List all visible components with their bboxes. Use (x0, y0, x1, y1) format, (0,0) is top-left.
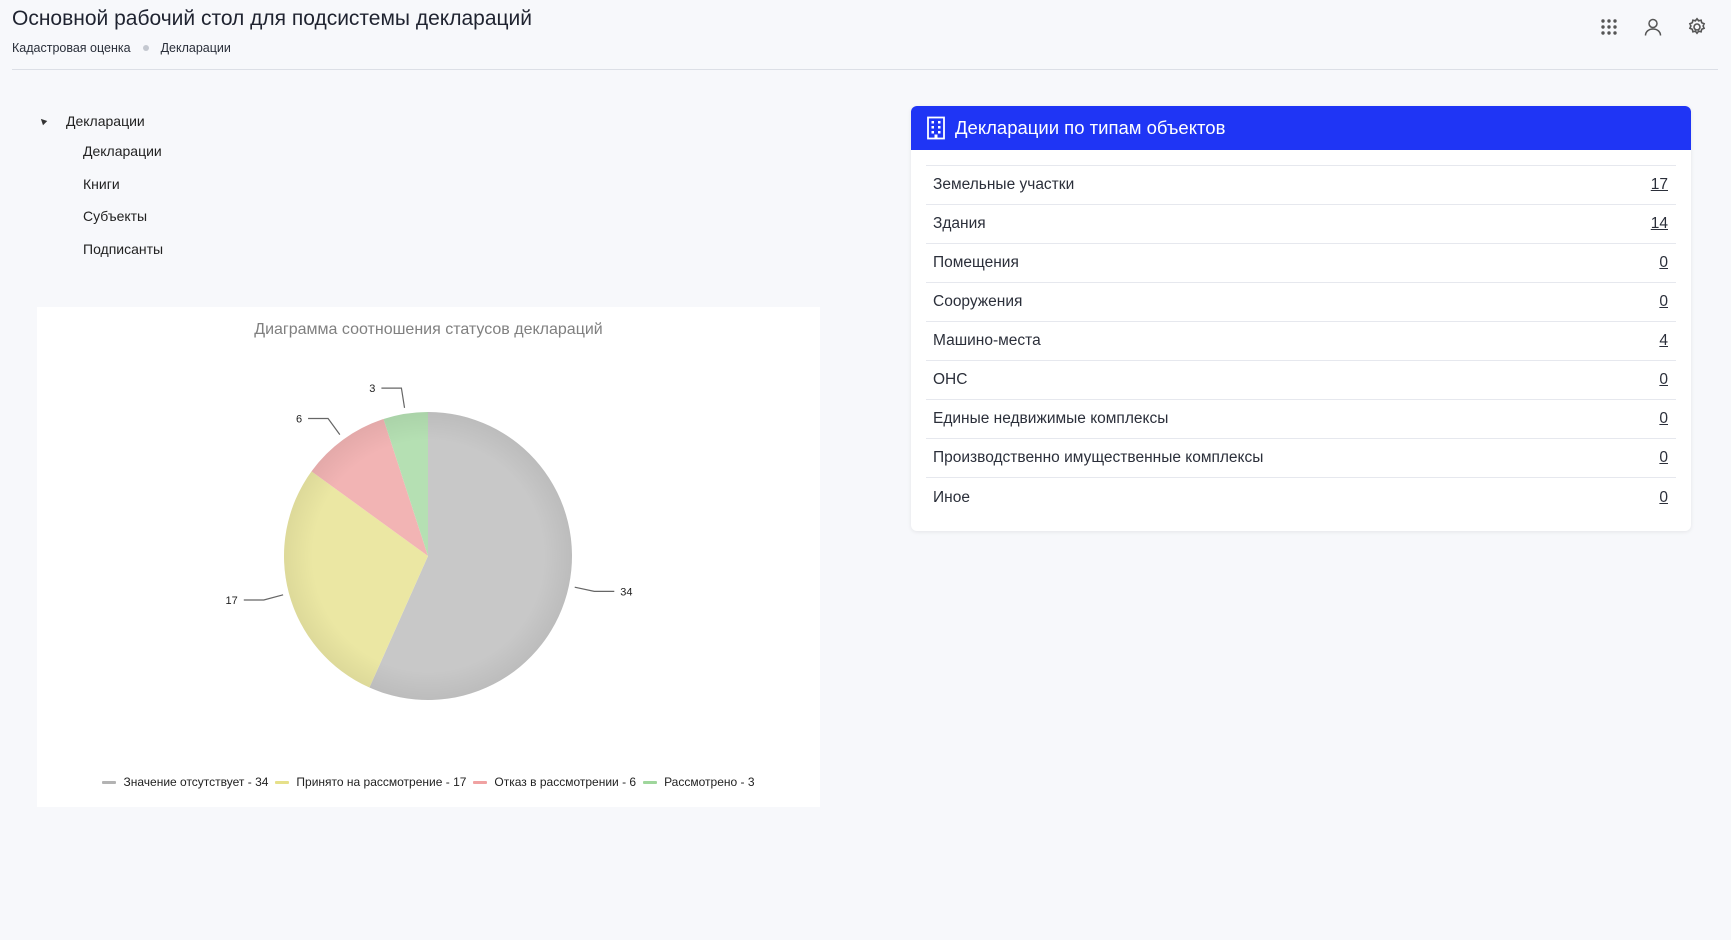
type-count-link[interactable]: 0 (1659, 254, 1668, 272)
pie-leader-line-1 (243, 594, 284, 601)
legend-label: Значение отсутствует - 34 (123, 775, 269, 789)
tree-item-books[interactable]: Книги (40, 168, 163, 201)
type-count-link[interactable]: 0 (1659, 410, 1668, 428)
breadcrumb-item-declarations[interactable]: Декларации (161, 41, 231, 55)
list-item: Единые недвижимые комплексы 0 (926, 400, 1676, 439)
pie-data-label-3: 3 (369, 383, 375, 395)
type-count-link[interactable]: 0 (1659, 489, 1668, 507)
pie-leader-line-3 (381, 387, 406, 408)
type-label: Производственно имущественные комплексы (933, 449, 1264, 466)
type-label: Единые недвижимые комплексы (933, 410, 1169, 427)
chart-legend: Значение отсутствует - 34 Принято на рас… (37, 775, 820, 789)
page-header: Основной рабочий стол для подсистемы дек… (12, 0, 1718, 70)
type-count-link[interactable]: 4 (1659, 332, 1668, 350)
object-types-header: Декларации по типам объектов (911, 106, 1691, 150)
legend-label: Рассмотрено - 3 (664, 775, 755, 789)
object-types-list: Земельные участки 17 Здания 14 Помещения 0 … (926, 165, 1676, 517)
breadcrumb: Кадастровая оценка Декларации (12, 41, 231, 55)
type-count-link[interactable]: 17 (1651, 176, 1668, 194)
list-item: Помещения 0 (926, 244, 1676, 283)
tree-item-subjects[interactable]: Субъекты (40, 200, 163, 233)
pie-chart: 34 17 6 3 (226, 383, 633, 700)
collapse-caret-icon[interactable] (38, 116, 48, 126)
tree-root-label: Декларации (66, 113, 145, 129)
tree-node-declarations-root[interactable]: Декларации (38, 110, 163, 132)
breadcrumb-item-cadastral[interactable]: Кадастровая оценка (12, 41, 131, 55)
object-types-card: Декларации по типам объектов Земельные у… (911, 106, 1691, 531)
building-icon (925, 116, 947, 140)
legend-label: Принято на рассмотрение - 17 (296, 775, 467, 789)
pie-leader-line-2 (308, 417, 341, 436)
type-count-link[interactable]: 0 (1659, 293, 1668, 311)
type-label: ОНС (933, 371, 968, 388)
legend-item-absent[interactable]: Значение отсутствует - 34 (102, 775, 268, 789)
list-item: Здания 14 (926, 205, 1676, 244)
list-item: Сооружения 0 (926, 283, 1676, 322)
legend-swatch (275, 780, 290, 784)
legend-item-accepted[interactable]: Принято на рассмотрение - 17 (275, 775, 466, 789)
list-item: ОНС 0 (926, 361, 1676, 400)
page-title: Основной рабочий стол для подсистемы дек… (12, 7, 532, 30)
tree-item-signers[interactable]: Подписанты (40, 233, 163, 266)
type-label: Машино-места (933, 332, 1041, 349)
list-item: Производственно имущественные комплексы 0 (926, 439, 1676, 478)
type-count-link[interactable]: 14 (1651, 215, 1668, 233)
settings-gear-icon[interactable] (1684, 14, 1710, 40)
tree-item-declarations[interactable]: Декларации (40, 135, 163, 168)
pie-data-label-1: 17 (226, 595, 238, 607)
legend-swatch (473, 780, 488, 784)
type-count-link[interactable]: 0 (1659, 449, 1668, 467)
type-label: Помещения (933, 254, 1019, 271)
pie-data-label-2: 6 (296, 413, 302, 425)
legend-swatch (102, 780, 117, 784)
legend-swatch (643, 780, 658, 784)
legend-label: Отказ в рассмотрении - 6 (494, 775, 637, 789)
list-item: Земельные участки 17 (926, 166, 1676, 205)
list-item: Машино-места 4 (926, 322, 1676, 361)
legend-item-reviewed[interactable]: Рассмотрено - 3 (643, 775, 755, 789)
navigation-tree: Декларации Декларации Книги Субъекты Под… (38, 110, 163, 266)
object-types-title: Декларации по типам объектов (955, 117, 1226, 138)
top-icon-bar (1596, 14, 1710, 40)
apps-grid-icon[interactable] (1596, 14, 1622, 40)
breadcrumb-separator (142, 45, 149, 51)
pie-data-label-0: 34 (620, 586, 632, 598)
type-label: Сооружения (933, 293, 1023, 310)
legend-item-rejected[interactable]: Отказ в рассмотрении - 6 (473, 775, 636, 789)
type-label: Здания (933, 215, 986, 232)
status-chart-card: Диаграмма соотношения статусов деклараци… (37, 307, 820, 807)
pie-leader-line-0 (574, 586, 615, 592)
type-label: Иное (933, 488, 970, 506)
user-icon[interactable] (1640, 14, 1666, 40)
type-count-link[interactable]: 0 (1659, 371, 1668, 389)
type-label: Земельные участки (933, 176, 1075, 193)
list-item: Иное 0 (926, 478, 1676, 517)
